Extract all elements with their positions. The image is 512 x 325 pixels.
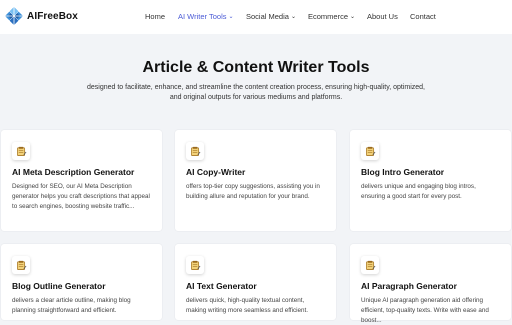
nav-ecommerce-label: Ecommerce [308,12,349,21]
tool-card-ai-copy-writer[interactable]: AI Copy-Writer offers top-tier copy sugg… [175,130,336,231]
nav-social-media[interactable]: Social Media ⌄ [246,12,296,21]
card-description: delivers unique and engaging blog intros… [361,183,476,200]
card-description: delivers a clear article outline, making… [12,297,131,314]
nav-ai-writer-tools-label: AI Writer Tools [178,12,227,21]
chevron-down-icon: ⌄ [228,14,234,20]
tool-card-blog-outline-generator[interactable]: Blog Outline Generator delivers a clear … [1,244,162,320]
tool-card-ai-text-generator[interactable]: AI Text Generator delivers quick, high-q… [175,244,336,320]
brand-logo-link[interactable]: AIFreeBox [4,6,78,26]
chevron-down-icon: ⌄ [350,14,356,20]
chevron-down-icon: ⌄ [290,14,296,20]
page-title: Article & Content Writer Tools [142,59,370,76]
notepad-icon [186,256,204,274]
card-description: delivers quick, high-quality textual con… [186,297,309,314]
page-subtitle: designed to facilitate, enhance, and str… [86,84,426,101]
card-title: AI Paragraph Generator [361,281,457,291]
aifreebox-logo-icon [5,7,23,25]
nav-about-us[interactable]: About Us [367,12,398,21]
tool-card-blog-intro-generator[interactable]: Blog Intro Generator delivers unique and… [350,130,511,231]
brand-name: AIFreeBox [27,10,78,22]
nav-ecommerce[interactable]: Ecommerce ⌄ [308,12,355,21]
card-description: offers top-tier copy suggestions, assist… [186,183,320,200]
notepad-icon [12,256,30,274]
card-title: Blog Intro Generator [361,167,445,177]
notepad-icon [12,142,30,160]
card-title: AI Meta Description Generator [12,167,135,177]
card-title: AI Copy-Writer [186,167,246,177]
nav-ai-writer-tools[interactable]: AI Writer Tools ⌄ [178,12,234,21]
notepad-icon [361,142,379,160]
nav-social-media-label: Social Media [246,12,289,21]
card-title: AI Text Generator [186,281,257,291]
notepad-icon [186,142,204,160]
nav-home[interactable]: Home [145,12,165,21]
card-description: Unique AI paragraph generation aid offer… [361,297,489,324]
notepad-icon [361,256,379,274]
card-title: Blog Outline Generator [12,281,106,291]
top-navigation: AIFreeBox Home AI Writer Tools ⌄ Social M… [0,0,512,34]
nav-contact[interactable]: Contact [410,12,436,21]
tool-card-ai-paragraph-generator[interactable]: AI Paragraph Generator Unique AI paragra… [350,244,511,324]
tool-card-ai-meta-description-generator[interactable]: AI Meta Description Generator Designed f… [1,130,162,231]
card-description: Designed for SEO, our AI Meta Descriptio… [12,183,150,210]
